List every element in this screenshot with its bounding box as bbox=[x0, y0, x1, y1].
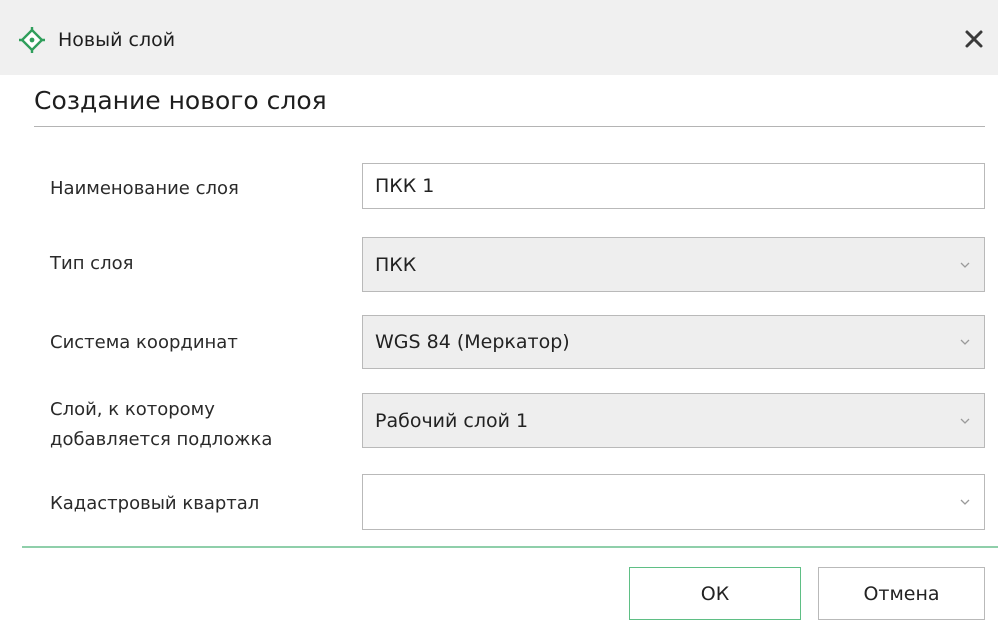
layer-name-input[interactable]: ПКК 1 bbox=[362, 163, 985, 209]
layer-type-value: ПКК bbox=[375, 253, 417, 276]
layer-type-label: Тип слоя bbox=[50, 253, 134, 274]
coordinate-system-label: Система координат bbox=[50, 332, 238, 353]
layer-name-value: ПКК 1 bbox=[375, 175, 435, 197]
window-title: Новый слой bbox=[58, 29, 176, 51]
chevron-down-icon bbox=[960, 339, 970, 345]
close-icon[interactable] bbox=[962, 27, 986, 51]
target-layer-label-line1: Слой, к которому bbox=[50, 399, 215, 420]
target-layer-select[interactable]: Рабочий слой 1 bbox=[362, 393, 985, 448]
footer-divider bbox=[22, 546, 998, 548]
heading-divider bbox=[34, 126, 985, 127]
title-bar: Новый слой bbox=[0, 0, 998, 75]
chevron-down-icon bbox=[960, 418, 970, 424]
cadastral-quarter-select[interactable] bbox=[362, 474, 985, 530]
target-layer-label-line2: добавляется подложка bbox=[50, 429, 273, 450]
layer-target-icon bbox=[19, 27, 45, 53]
chevron-down-icon bbox=[960, 499, 970, 505]
ok-button[interactable]: ОК bbox=[629, 567, 801, 620]
layer-type-select[interactable]: ПКК bbox=[362, 237, 985, 292]
chevron-down-icon bbox=[960, 262, 970, 268]
new-layer-dialog: Новый слой Создание нового слоя Наименов… bbox=[0, 0, 998, 635]
cadastral-quarter-label: Кадастровый квартал bbox=[50, 493, 260, 514]
cancel-button[interactable]: Отмена bbox=[818, 567, 985, 620]
coordinate-system-value: WGS 84 (Меркатор) bbox=[375, 331, 570, 353]
coordinate-system-select[interactable]: WGS 84 (Меркатор) bbox=[362, 315, 985, 369]
dialog-heading: Создание нового слоя bbox=[34, 86, 327, 115]
target-layer-value: Рабочий слой 1 bbox=[375, 409, 529, 432]
layer-name-label: Наименование слоя bbox=[50, 178, 239, 199]
